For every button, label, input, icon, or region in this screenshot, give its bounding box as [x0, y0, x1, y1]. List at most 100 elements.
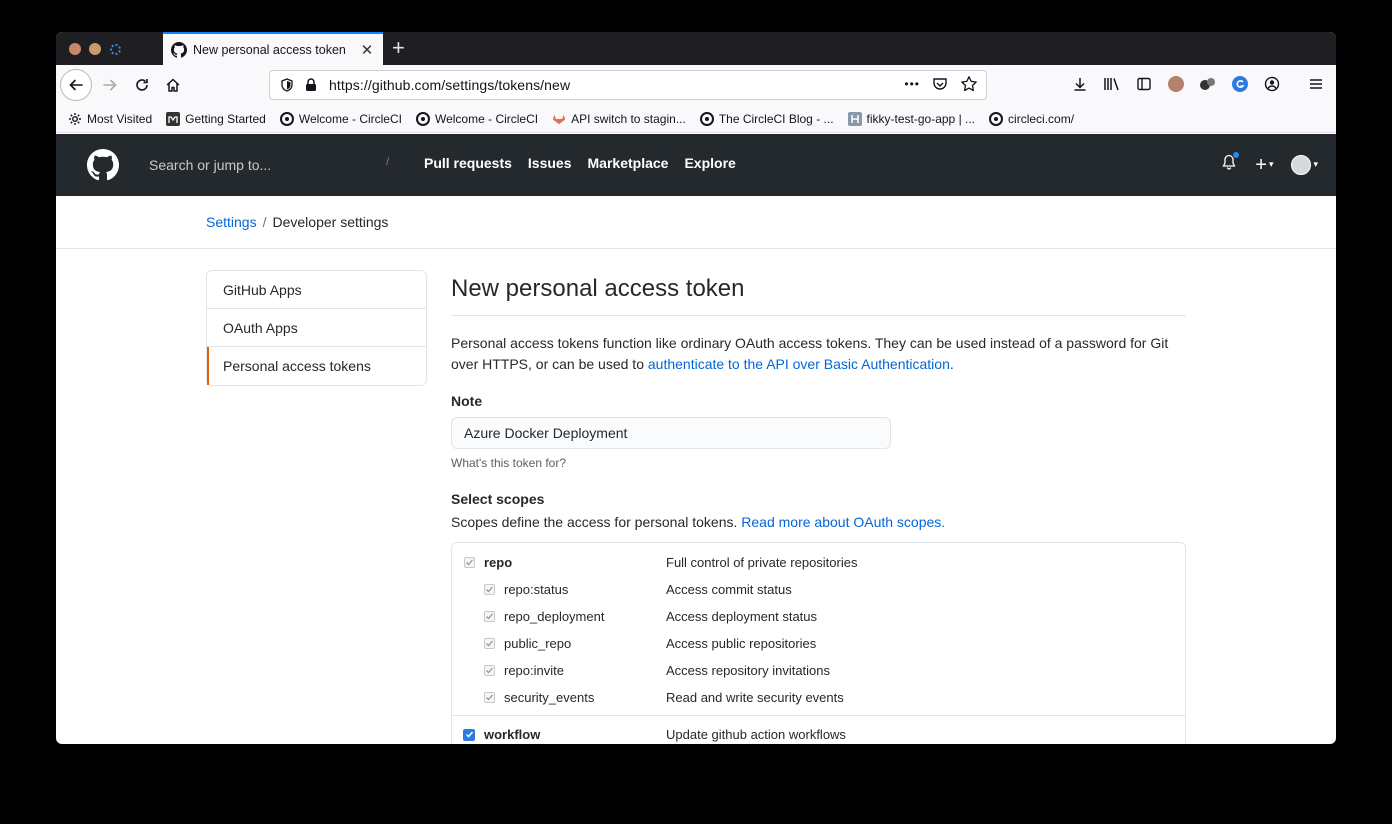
checkmark-icon	[486, 694, 493, 701]
shield-icon[interactable]	[280, 78, 294, 92]
bookmark-label: Most Visited	[87, 111, 153, 126]
url-text[interactable]: https://github.com/settings/tokens/new	[329, 77, 570, 93]
select-scopes-label: Select scopes	[451, 491, 545, 507]
extension-button[interactable]	[1166, 74, 1186, 94]
bookmark-label: fikky-test-go-app | ...	[866, 111, 976, 126]
page-actions-icon[interactable]: •••	[904, 77, 920, 91]
bookmark-item[interactable]: Getting Started	[166, 111, 266, 126]
browser-window: New personal access token ✕ + https://gi…	[56, 32, 1336, 744]
scope-row-repo-deployment: repo_deployment Access deployment status	[452, 603, 1185, 630]
lock-icon[interactable]	[305, 78, 317, 92]
navigation-toolbar: https://github.com/settings/tokens/new •…	[56, 65, 1336, 105]
bookmark-item[interactable]: circleci.com/	[989, 111, 1075, 126]
chevron-down-icon: ▾	[1268, 159, 1274, 169]
home-button[interactable]	[157, 69, 189, 101]
maximize-window-button[interactable]	[110, 44, 121, 55]
scope-checkbox-repo-invite[interactable]	[484, 665, 495, 676]
scope-checkbox-repo[interactable]	[464, 557, 475, 568]
intro-text: Personal access tokens function like ord…	[451, 333, 1186, 375]
note-hint: What's this token for?	[451, 456, 567, 470]
sidebar-item-oauth-apps[interactable]: OAuth Apps	[207, 309, 426, 347]
scope-row-repo: repo Full control of private repositorie…	[452, 549, 1185, 576]
oauth-scopes-link[interactable]: Read more about OAuth scopes.	[741, 514, 945, 530]
extension-dots-icon	[1200, 78, 1215, 90]
account-button[interactable]	[1262, 74, 1282, 94]
github-header: Search or jump to... / Pull requests Iss…	[56, 134, 1336, 196]
bookmark-item[interactable]: API switch to stagin...	[552, 112, 686, 126]
sidebar-item-personal-access-tokens[interactable]: Personal access tokens	[207, 347, 426, 385]
back-button[interactable]	[60, 69, 92, 101]
breadcrumb: Settings / Developer settings	[206, 214, 388, 230]
github-search-input[interactable]: Search or jump to... /	[135, 150, 397, 180]
page-title: New personal access token	[451, 275, 1186, 316]
extension-button-3[interactable]	[1230, 74, 1250, 94]
bookmark-label: circleci.com/	[1008, 111, 1075, 126]
checkmark-icon	[486, 640, 493, 647]
pocket-icon[interactable]	[932, 76, 948, 92]
minimize-window-button[interactable]	[89, 43, 101, 55]
scope-checkbox-public-repo[interactable]	[484, 638, 495, 649]
tab-title: New personal access token	[193, 42, 346, 57]
scope-row-repo-invite: repo:invite Access repository invitation…	[452, 657, 1185, 684]
bookmark-item[interactable]: Most Visited	[68, 112, 152, 126]
menu-button[interactable]	[1306, 74, 1326, 94]
account-icon	[1264, 76, 1280, 92]
scope-row-security-events: security_events Read and write security …	[452, 684, 1185, 711]
reload-button[interactable]	[126, 69, 158, 101]
library-button[interactable]	[1102, 74, 1122, 94]
new-tab-button[interactable]: +	[392, 35, 405, 61]
nav-marketplace[interactable]: Marketplace	[588, 155, 669, 171]
github-logo-icon[interactable]	[87, 149, 119, 181]
breadcrumb-settings-link[interactable]: Settings	[206, 214, 257, 230]
bookmark-item[interactable]: Welcome - CircleCI	[415, 111, 538, 126]
bookmark-item[interactable]: fikky-test-go-app | ...	[847, 111, 976, 126]
circleci-icon	[989, 111, 1004, 126]
forward-button[interactable]	[94, 69, 126, 101]
scope-row-public-repo: public_repo Access public repositories	[452, 630, 1185, 657]
sidebar-toggle-button[interactable]	[1134, 74, 1154, 94]
nav-pull-requests[interactable]: Pull requests	[424, 155, 512, 171]
scope-checkbox-workflow[interactable]	[463, 728, 475, 741]
tab-strip: New personal access token ✕ +	[56, 32, 1336, 65]
extension-button-2[interactable]	[1198, 74, 1218, 94]
close-window-button[interactable]	[69, 43, 81, 55]
circleci-icon	[279, 111, 294, 126]
sidebar-item-github-apps[interactable]: GitHub Apps	[207, 271, 426, 309]
scope-checkbox-repo-status[interactable]	[484, 584, 495, 595]
bookmarks-toolbar: Most Visited Getting Started Welcome - C…	[56, 105, 1336, 133]
downloads-button[interactable]	[1070, 74, 1090, 94]
search-placeholder: Search or jump to...	[149, 157, 272, 173]
main-content: New personal access token Personal acces…	[451, 270, 1186, 744]
notifications-button[interactable]	[1221, 151, 1241, 175]
gitlab-icon	[552, 112, 566, 126]
note-input[interactable]	[451, 417, 891, 449]
bookmark-star-icon[interactable]	[960, 75, 978, 93]
hamburger-menu-icon	[1310, 79, 1322, 89]
checkmark-icon	[466, 559, 473, 566]
bookmark-item[interactable]: The CircleCI Blog - ...	[699, 111, 834, 126]
breadcrumb-current: Developer settings	[272, 214, 389, 230]
circleci-icon	[415, 111, 430, 126]
bookmark-label: Getting Started	[185, 111, 266, 126]
tab-close-icon[interactable]: ✕	[357, 41, 377, 59]
arrow-right-icon	[103, 79, 117, 91]
scope-checkbox-repo-deployment[interactable]	[484, 611, 495, 622]
settings-subheader: Settings / Developer settings	[56, 196, 1336, 249]
url-bar[interactable]: https://github.com/settings/tokens/new •…	[269, 70, 987, 100]
basic-auth-link[interactable]: authenticate to the API over Basic Authe…	[648, 356, 950, 372]
nav-issues[interactable]: Issues	[528, 155, 572, 171]
scope-checkbox-security-events[interactable]	[484, 692, 495, 703]
create-new-button[interactable]: + ▾	[1255, 155, 1274, 175]
extension-brown-icon	[1168, 76, 1184, 92]
tab-active[interactable]: New personal access token ✕	[163, 32, 383, 65]
bookmark-label: Welcome - CircleCI	[298, 111, 402, 126]
download-icon	[1074, 78, 1086, 91]
reload-icon	[136, 79, 148, 91]
nav-explore[interactable]: Explore	[684, 155, 735, 171]
bookmark-item[interactable]: Welcome - CircleCI	[279, 111, 402, 126]
circleci-icon	[699, 111, 714, 126]
scope-description: Access commit status	[666, 582, 792, 597]
user-menu-button[interactable]: ▾	[1291, 154, 1318, 175]
developer-settings-menu: GitHub Apps OAuth Apps Personal access t…	[206, 270, 427, 386]
breadcrumb-separator: /	[262, 214, 267, 230]
